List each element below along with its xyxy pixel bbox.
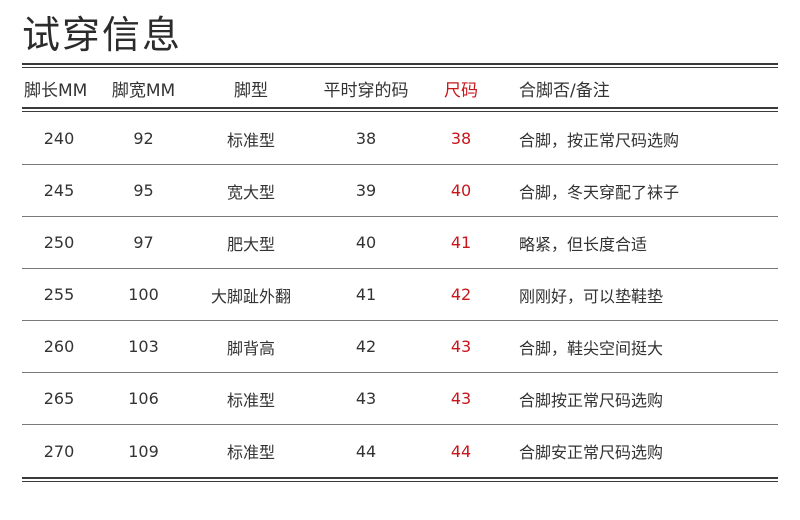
- col-size: 尺码: [444, 80, 478, 101]
- usual-size-cell: 38: [355, 129, 377, 148]
- foot-length-cell: 240: [43, 129, 75, 148]
- foot-width-cell: 92: [133, 129, 154, 148]
- table-row: 245 95 宽大型 39 40 合脚，冬天穿配了袜子: [22, 165, 778, 217]
- table-bottom-rule: [22, 477, 778, 482]
- foot-type-cell: 脚背高: [226, 338, 275, 358]
- table-row: 255 100 大脚趾外翻 41 42 刚刚好，可以垫鞋垫: [22, 269, 778, 321]
- foot-length-cell: 260: [43, 337, 75, 356]
- foot-type-cell: 宽大型: [226, 182, 275, 202]
- fit-notes-cell: 合脚，按正常尺码选购: [519, 130, 680, 150]
- usual-size-cell: 44: [355, 441, 377, 461]
- usual-size-cell: 43: [355, 389, 377, 408]
- foot-type-cell: 标准型: [226, 443, 275, 462]
- foot-type-cell: 标准型: [226, 130, 275, 150]
- size-cell: 42: [450, 285, 472, 304]
- table-row: 240 92 标准型 38 38 合脚，按正常尺码选购: [22, 113, 778, 165]
- fit-notes-cell: 合脚安正常尺码选购: [519, 443, 664, 462]
- size-cell: 38: [450, 129, 472, 148]
- size-cell: 43: [450, 389, 472, 408]
- foot-length-cell: 250: [43, 233, 75, 252]
- foot-width-cell: 103: [128, 337, 159, 356]
- foot-length-cell: 245: [43, 181, 75, 200]
- foot-width-cell: 97: [133, 233, 154, 252]
- table-row: 250 97 肥大型 40 41 略紧，但长度合适: [22, 217, 778, 269]
- foot-width-cell: 106: [128, 389, 159, 408]
- size-cell: 44: [450, 441, 472, 461]
- header-top-rule: [22, 63, 778, 68]
- foot-length-cell: 255: [43, 285, 75, 304]
- fit-notes-cell: 合脚，冬天穿配了袜子: [519, 182, 680, 202]
- col-foot-length: 脚长MM: [24, 80, 88, 101]
- foot-type-cell: 标准型: [226, 390, 275, 410]
- foot-length-cell: 265: [43, 389, 75, 408]
- usual-size-cell: 39: [355, 181, 377, 200]
- table-row: 260 103 脚背高 42 43 合脚，鞋尖空间挺大: [22, 321, 778, 373]
- header-bottom-rule: [22, 107, 778, 112]
- usual-size-cell: 41: [355, 285, 377, 304]
- fit-notes-cell: 合脚按正常尺码选购: [519, 390, 664, 410]
- page-title: 试穿信息: [22, 13, 183, 57]
- col-fit-notes: 合脚否/备注: [519, 80, 610, 101]
- foot-type-cell: 大脚趾外翻: [210, 286, 291, 306]
- table-row: 270 109 标准型 44 44 合脚安正常尺码选购: [22, 425, 778, 477]
- fit-notes-cell: 略紧，但长度合适: [519, 234, 648, 254]
- col-foot-type: 脚型: [234, 80, 268, 101]
- fit-notes-cell: 合脚，鞋尖空间挺大: [519, 338, 664, 358]
- col-foot-width: 脚宽MM: [111, 80, 176, 101]
- size-cell: 41: [450, 233, 472, 252]
- foot-width-cell: 95: [133, 181, 154, 200]
- foot-type-cell: 肥大型: [226, 234, 275, 254]
- foot-length-cell: 270: [43, 441, 75, 461]
- size-cell: 40: [450, 181, 472, 200]
- table-header: 脚长MM 脚宽MM 脚型 平时穿的码 尺码 合脚否/备注: [22, 72, 778, 104]
- table-row: 265 106 标准型 43 43 合脚按正常尺码选购: [22, 373, 778, 425]
- col-usual-size: 平时穿的码: [323, 80, 409, 101]
- usual-size-cell: 40: [355, 233, 377, 252]
- foot-width-cell: 100: [128, 285, 159, 304]
- size-cell: 43: [450, 337, 472, 356]
- fit-notes-cell: 刚刚好，可以垫鞋垫: [519, 286, 664, 306]
- foot-width-cell: 109: [128, 441, 159, 461]
- usual-size-cell: 42: [355, 337, 377, 356]
